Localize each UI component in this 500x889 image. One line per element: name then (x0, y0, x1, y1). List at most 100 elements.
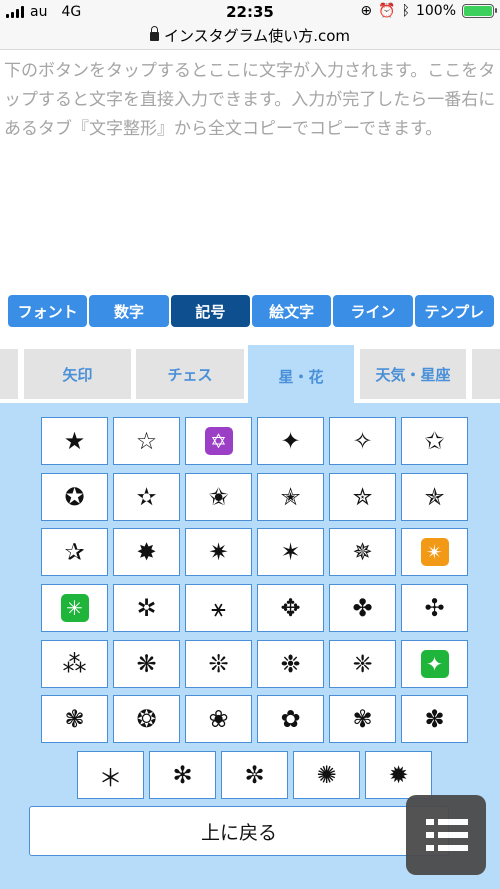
symbol-cell[interactable]: ✪ (41, 473, 108, 521)
symbol-cell[interactable]: ✿ (257, 695, 324, 743)
symbol-cell[interactable]: ✶ (257, 528, 324, 576)
symbol-cell[interactable]: ✴ (401, 528, 468, 576)
url-bar[interactable]: インスタグラム使い方.com (0, 26, 500, 50)
sub-tab[interactable] (472, 349, 500, 399)
symbol-glyph: ✭ (280, 483, 301, 511)
symbol-glyph: ✩ (424, 427, 445, 455)
symbol-cell[interactable]: ✯ (401, 473, 468, 521)
sub-tab[interactable]: 矢印 (24, 349, 131, 399)
sub-tab[interactable]: 星・花 (248, 345, 354, 403)
symbol-glyph: ✫ (136, 483, 157, 511)
symbol-cell[interactable]: ⚹ (185, 584, 252, 632)
category-tabs: フォント 数字 記号 絵文字 ライン テンプレ (8, 295, 494, 327)
symbol-glyph: ✧ (352, 427, 373, 455)
symbol-cell[interactable]: ❉ (257, 640, 324, 688)
symbol-glyph: ✿ (280, 705, 301, 733)
symbol-cell[interactable]: ✻ (149, 751, 216, 799)
symbol-cell[interactable]: ✰ (41, 528, 108, 576)
symbol-cell[interactable]: ★ (41, 417, 108, 465)
symbol-cell[interactable]: ✽ (401, 695, 468, 743)
symbol-glyph: ✣ (424, 594, 445, 622)
symbol-glyph: ✽ (424, 705, 445, 733)
symbol-glyph: ✬ (208, 483, 229, 511)
symbol-cell[interactable]: ✸ (113, 528, 180, 576)
symbol-cell[interactable]: ✣ (401, 584, 468, 632)
symbol-glyph: ⁂ (62, 650, 87, 678)
symbol-cell[interactable]: ❊ (185, 640, 252, 688)
symbol-cell[interactable]: ✡ (185, 417, 252, 465)
battery-icon (462, 4, 497, 18)
symbol-glyph: ✺ (316, 761, 337, 789)
symbol-glyph: ✵ (352, 538, 373, 566)
symbol-glyph: ✥ (280, 594, 301, 622)
symbol-cell[interactable]: ☆ (113, 417, 180, 465)
symbol-glyph: ✼ (244, 761, 265, 789)
status-right: ⊕ ⏰ ᛒ 100% (360, 3, 497, 19)
symbol-glyph: ✾ (352, 705, 373, 733)
symbol-cell[interactable]: ✷ (185, 528, 252, 576)
url-domain: インスタグラム使い方.com (163, 27, 351, 45)
symbol-cell[interactable]: ✳ (41, 584, 108, 632)
symbol-glyph: ✷ (208, 538, 229, 566)
symbol-cell[interactable]: ✹ (365, 751, 432, 799)
symbol-glyph: ✸ (136, 538, 157, 566)
symbol-glyph: ✮ (352, 483, 373, 511)
symbol-cell[interactable]: ✺ (293, 751, 360, 799)
symbol-glyph: ☆ (135, 427, 158, 455)
symbol-cell[interactable]: ✬ (185, 473, 252, 521)
symbol-glyph: ★ (63, 427, 86, 455)
symbol-glyph: ✦ (280, 427, 301, 455)
symbol-glyph: ❀ (208, 705, 229, 733)
symbol-cell[interactable]: ❋ (113, 640, 180, 688)
symbol-cell[interactable]: ❀ (185, 695, 252, 743)
category-tab[interactable]: テンプレ (414, 295, 494, 327)
back-to-top-button[interactable]: 上に戻る (29, 806, 449, 856)
symbol-cell[interactable]: ✧ (329, 417, 396, 465)
symbol-glyph: ✤ (352, 594, 373, 622)
alarm-icon: ⏰ (378, 3, 396, 19)
category-tab[interactable]: ライン (333, 295, 413, 327)
symbol-cell[interactable]: ✵ (329, 528, 396, 576)
symbol-glyph: ＊ (98, 763, 123, 792)
list-menu-button[interactable] (406, 795, 486, 875)
sub-tabs: 矢印 チェス 星・花 天気・星座 (0, 345, 500, 403)
symbol-glyph: ✯ (424, 483, 445, 511)
symbol-cell[interactable]: ❂ (113, 695, 180, 743)
category-tab[interactable]: 記号 (170, 295, 250, 327)
symbol-cell[interactable]: ✦ (257, 417, 324, 465)
category-tab[interactable]: フォント (8, 295, 88, 327)
emoji-symbol: ✦ (420, 650, 449, 678)
symbol-cell[interactable]: ✦ (401, 640, 468, 688)
symbol-cell[interactable]: ✭ (257, 473, 324, 521)
symbol-glyph: ✶ (280, 538, 301, 566)
emoji-symbol: ✳ (60, 594, 89, 622)
sub-tab[interactable]: 天気・星座 (360, 349, 466, 399)
symbol-cell[interactable]: ✤ (329, 584, 396, 632)
bluetooth-icon: ᛒ (401, 3, 410, 19)
symbol-glyph: ❂ (136, 705, 157, 733)
textarea-placeholder: 下のボタンをタップするとここに文字が入力されます。ここをタップすると文字を直接入… (4, 61, 496, 139)
emoji-symbol: ✡ (204, 427, 233, 455)
emoji-symbol: ✴ (420, 538, 449, 566)
sub-tab[interactable] (0, 349, 18, 399)
symbol-cell[interactable]: ✫ (113, 473, 180, 521)
sub-tab[interactable]: チェス (136, 349, 244, 399)
symbol-glyph: ✪ (64, 483, 85, 511)
symbol-glyph: ✲ (136, 594, 157, 622)
category-tab[interactable]: 数字 (89, 295, 169, 327)
battery-percent: 100% (415, 3, 456, 19)
symbol-cell[interactable]: ✲ (113, 584, 180, 632)
category-tab[interactable]: 絵文字 (251, 295, 332, 327)
symbol-glyph: ❉ (280, 650, 301, 678)
symbol-cell[interactable]: ✮ (329, 473, 396, 521)
symbol-cell[interactable]: ✥ (257, 584, 324, 632)
symbol-cell[interactable]: ❈ (329, 640, 396, 688)
symbol-cell[interactable]: ✩ (401, 417, 468, 465)
symbol-cell[interactable]: ✼ (221, 751, 288, 799)
symbol-cell[interactable]: ＊ (77, 751, 144, 799)
symbol-cell[interactable]: ✾ (329, 695, 396, 743)
symbol-cell[interactable]: ❃ (41, 695, 108, 743)
text-input-area[interactable]: 下のボタンをタップするとここに文字が入力されます。ここをタップすると文字を直接入… (0, 51, 500, 281)
symbol-glyph: ✰ (64, 538, 85, 566)
symbol-cell[interactable]: ⁂ (41, 640, 108, 688)
